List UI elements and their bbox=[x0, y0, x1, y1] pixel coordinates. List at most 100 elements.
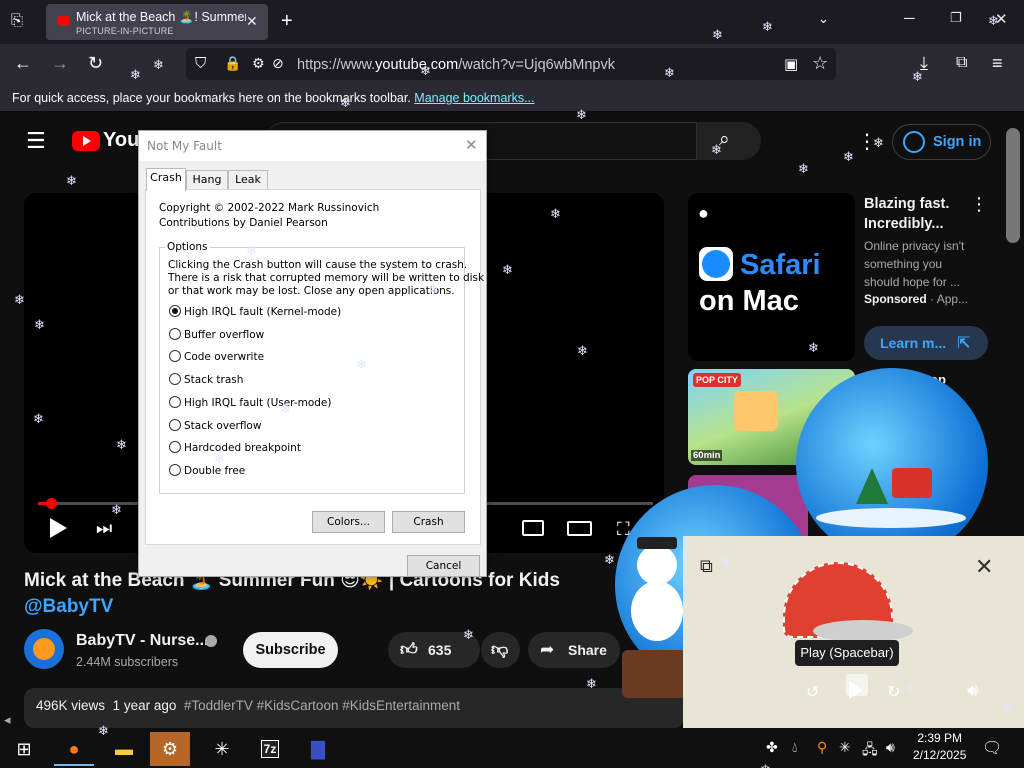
snowflake-icon: ❄ bbox=[604, 552, 615, 567]
snow-app-icon[interactable]: ✳ bbox=[202, 732, 242, 766]
theater-mode-icon[interactable] bbox=[567, 521, 592, 536]
radio-high-irql-kernel[interactable]: High IRQL fault (Kernel-mode) bbox=[169, 305, 341, 318]
radio-stack-overflow[interactable]: Stack overflow bbox=[169, 419, 261, 432]
crash-button[interactable]: Crash bbox=[392, 511, 465, 533]
snowflake-icon: ❄ bbox=[712, 27, 723, 42]
share-icon: ➦ bbox=[540, 640, 555, 659]
share-button[interactable]: ➦ Share bbox=[528, 632, 620, 668]
7zip-icon[interactable]: 7z bbox=[250, 732, 290, 766]
ad-sponsored: Sponsored · App... bbox=[864, 292, 969, 306]
back-arrow-icon[interactable]: ← bbox=[14, 53, 32, 74]
page-scrollbar[interactable] bbox=[1006, 128, 1020, 243]
radio-stack-trash[interactable]: Stack trash bbox=[169, 373, 243, 386]
hamburger-menu-icon[interactable]: ☰ bbox=[26, 128, 46, 154]
miniplayer-icon[interactable] bbox=[522, 520, 544, 536]
snowflake-icon: ❄ bbox=[111, 502, 122, 517]
dislike-button[interactable]: 👎︎ bbox=[481, 632, 520, 668]
radio-buffer-overflow[interactable]: Buffer overflow bbox=[169, 328, 264, 341]
lock-icon[interactable]: 🔒 bbox=[224, 55, 241, 72]
ad-more-icon[interactable]: ⋮ bbox=[970, 194, 988, 215]
next-icon[interactable]: ⏭ bbox=[96, 518, 112, 539]
pip-tooltip: Play (Spacebar) bbox=[795, 640, 899, 666]
taskbar-clock[interactable]: 2:39 PM 2/12/2025 bbox=[913, 730, 966, 764]
cancel-button[interactable]: Cancel bbox=[407, 555, 480, 577]
reload-icon[interactable]: ↻ bbox=[88, 53, 103, 74]
browser-tab-active[interactable]: Mick at the Beach 🏝️! Summer PICTURE-IN-… bbox=[46, 4, 268, 40]
dialog-close-icon[interactable]: ✕ bbox=[465, 136, 478, 154]
channel-handle-link[interactable]: @BabyTV bbox=[24, 596, 113, 618]
radio-high-irql-user[interactable]: High IRQL fault (User-mode) bbox=[169, 396, 332, 409]
channel-avatar[interactable] bbox=[24, 629, 64, 669]
tray-snow-icon[interactable]: ✳ bbox=[839, 739, 851, 756]
pip-play-icon[interactable] bbox=[849, 681, 863, 699]
tray-drop-icon[interactable]: 💧︎ bbox=[792, 739, 798, 756]
tab-crash[interactable]: Crash bbox=[146, 168, 186, 191]
shield-icon[interactable]: ⛉ bbox=[195, 55, 206, 72]
seek-forward-icon[interactable]: ↻ bbox=[887, 682, 900, 702]
display-app-icon[interactable]: ▇ bbox=[298, 732, 338, 766]
url-text[interactable]: https://www.youtube.com/watch?v=Ujq6wbMn… bbox=[297, 57, 615, 73]
extensions-icon[interactable]: ⧉ bbox=[956, 54, 967, 72]
youtube-favicon-icon bbox=[57, 16, 70, 26]
subscriber-count: 2.44M subscribers bbox=[76, 655, 179, 669]
snowflake-icon: ❄ bbox=[463, 627, 474, 642]
play-icon[interactable] bbox=[50, 518, 67, 538]
tab-hang[interactable]: Hang bbox=[186, 170, 228, 190]
pip-return-icon[interactable]: ⧉ bbox=[700, 556, 713, 577]
permissions-icon[interactable]: ⚙ bbox=[252, 55, 265, 72]
channel-name[interactable]: BabyTV - Nurse... bbox=[76, 632, 208, 650]
youtube-logo-icon[interactable] bbox=[72, 131, 100, 151]
view-count: 496K views bbox=[36, 698, 106, 713]
tray-app-icon[interactable]: ✤ bbox=[766, 739, 778, 756]
windows-start-icon[interactable]: ⊞ bbox=[4, 732, 44, 766]
radio-code-overwrite[interactable]: Code overwrite bbox=[169, 350, 264, 363]
radio-double-free[interactable]: Double free bbox=[169, 464, 245, 477]
ad-image[interactable]: ● Safari on Mac bbox=[688, 193, 855, 361]
tab-close-icon[interactable]: ✕ bbox=[246, 13, 258, 30]
chevron-down-icon[interactable]: ⌄ bbox=[818, 11, 829, 27]
scroll-left-icon[interactable]: ◂ bbox=[4, 712, 11, 728]
file-explorer-icon[interactable]: ▬ bbox=[104, 732, 144, 766]
forward-arrow-icon[interactable]: → bbox=[51, 53, 69, 74]
autoplay-blocked-icon[interactable]: ⊘ bbox=[272, 55, 284, 72]
notmyfault-taskbar-icon[interactable]: ⚙ bbox=[150, 732, 190, 766]
restore-button[interactable]: ❐ bbox=[950, 10, 962, 26]
colors-button[interactable]: Colors... bbox=[312, 511, 385, 533]
search-button[interactable]: ⌕ bbox=[697, 122, 761, 160]
snowflake-icon: ❄ bbox=[1002, 700, 1013, 715]
new-tab-button[interactable]: + bbox=[281, 10, 293, 33]
subscribe-button[interactable]: Subscribe bbox=[243, 632, 338, 668]
learn-more-button[interactable]: Learn m... ⇱ bbox=[864, 326, 988, 360]
clock-date: 2/12/2025 bbox=[913, 748, 967, 762]
pip-toggle-icon[interactable]: ▣ bbox=[784, 55, 798, 73]
volume-icon[interactable]: 🔊︎ bbox=[967, 680, 978, 701]
ad-logo-sub: on Mac bbox=[699, 285, 799, 317]
snowflake-icon: ❄ bbox=[14, 292, 25, 307]
snowflake-icon: ❄ bbox=[808, 340, 819, 355]
radio-hardcoded-breakpoint[interactable]: Hardcoded breakpoint bbox=[169, 441, 301, 454]
apple-logo-icon: ● bbox=[698, 203, 709, 223]
bookmark-star-icon[interactable]: ☆ bbox=[812, 53, 828, 74]
menu-icon[interactable]: ≡ bbox=[992, 53, 1003, 74]
minimize-button[interactable]: ─ bbox=[904, 10, 915, 27]
snowflake-icon: ❄ bbox=[905, 681, 916, 696]
ad-title[interactable]: Blazing fast. Incredibly... bbox=[864, 194, 984, 234]
speaker-icon[interactable]: 🔊︎ bbox=[886, 739, 895, 756]
snowflake-icon: ❄ bbox=[720, 554, 731, 569]
progress-scrubber[interactable] bbox=[46, 498, 57, 509]
network-icon[interactable]: 🖧︎ bbox=[862, 739, 878, 763]
tab-list-icon[interactable]: ⎘ bbox=[11, 12, 23, 29]
sign-in-button[interactable]: Sign in bbox=[892, 124, 991, 160]
notifications-icon[interactable]: 🗨︎ bbox=[982, 738, 1002, 758]
firefox-taskbar-icon[interactable]: ● bbox=[54, 732, 94, 766]
manage-bookmarks-link[interactable]: Manage bookmarks... bbox=[414, 91, 534, 105]
tab-leak[interactable]: Leak bbox=[228, 170, 268, 190]
snowflake-icon: ❄ bbox=[280, 401, 291, 416]
seek-back-icon[interactable]: ↺ bbox=[806, 682, 819, 702]
tray-search-icon[interactable]: ⚲ bbox=[817, 739, 827, 756]
pip-close-icon[interactable]: ✕ bbox=[975, 554, 993, 580]
snowflake-icon: ❄ bbox=[577, 343, 588, 358]
snowflake-icon: ❄ bbox=[33, 411, 44, 426]
snowflake-icon: ❄ bbox=[34, 317, 45, 332]
snowflake-icon: ❄ bbox=[798, 161, 809, 176]
